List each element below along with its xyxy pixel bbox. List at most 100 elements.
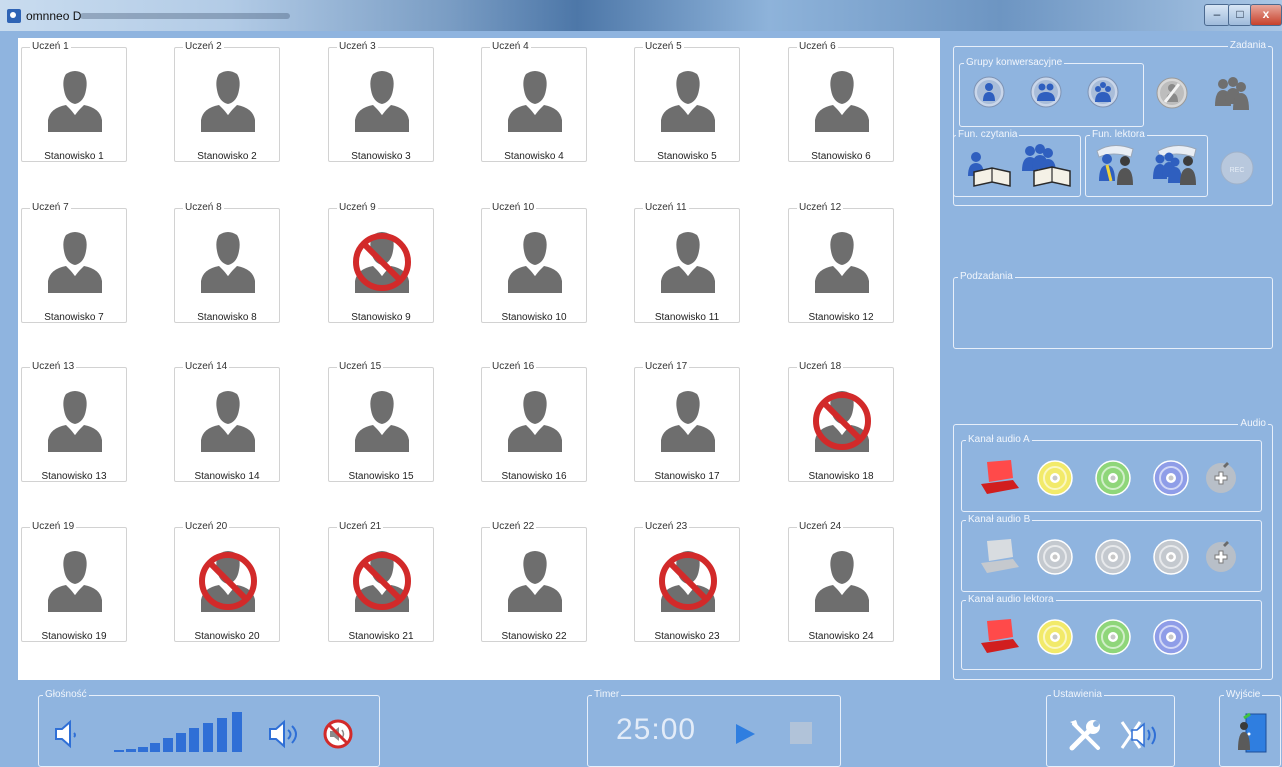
station-label: Stanowisko 2 xyxy=(197,151,257,162)
student-seat[interactable]: Uczeń 6 Stanowisko 6 xyxy=(788,41,894,162)
tools-icon[interactable] xyxy=(1066,716,1104,754)
all-students-group-icon[interactable] xyxy=(1210,74,1252,112)
student-seat[interactable]: Uczeń 12 Stanowisko 12 xyxy=(788,202,894,323)
cd-disabled-icon[interactable] xyxy=(1151,537,1195,577)
reading-title: Fun. czytania xyxy=(956,129,1020,140)
volume-level-meter[interactable] xyxy=(112,710,254,752)
volume-level-bar[interactable] xyxy=(217,718,227,752)
student-name: Uczeń 22 xyxy=(490,521,537,532)
student-seat[interactable]: Uczeń 8 Stanowisko 8 xyxy=(174,202,280,323)
window-title-blurred xyxy=(80,13,290,19)
audio-settings-icon[interactable] xyxy=(1120,718,1162,752)
settings-title: Ustawienia xyxy=(1051,689,1104,700)
record-icon[interactable]: REC xyxy=(1219,150,1255,186)
student-name: Uczeń 15 xyxy=(337,361,384,372)
cd-disabled-icon[interactable] xyxy=(1093,537,1137,577)
volume-level-bar[interactable] xyxy=(150,743,160,752)
student-name: Uczeń 5 xyxy=(643,41,684,52)
student-avatar-icon xyxy=(355,71,409,132)
blocked-icon xyxy=(813,392,871,450)
student-seat[interactable]: Uczeń 15 Stanowisko 15 xyxy=(328,361,434,482)
blocked-icon xyxy=(199,552,257,610)
student-seat[interactable]: Uczeń 23 Stanowisko 23 xyxy=(634,521,740,642)
volume-level-bar[interactable] xyxy=(163,738,173,752)
student-seat[interactable]: Uczeń 24 Stanowisko 24 xyxy=(788,521,894,642)
student-name: Uczeń 9 xyxy=(337,202,378,213)
student-seat[interactable]: Uczeń 18 Stanowisko 18 xyxy=(788,361,894,482)
laptop-disabled-icon[interactable] xyxy=(977,537,1021,577)
disabled-group-icon[interactable] xyxy=(1155,76,1189,110)
exit-door-icon[interactable] xyxy=(1234,712,1270,756)
student-seat[interactable]: Uczeń 1 Stanowisko 1 xyxy=(21,41,127,162)
cd-yellow-icon[interactable] xyxy=(1035,458,1079,498)
student-avatar-icon xyxy=(815,551,869,612)
student-seat[interactable]: Uczeń 9 Stanowisko 9 xyxy=(328,202,434,323)
group-1-icon[interactable] xyxy=(973,76,1005,108)
student-name: Uczeń 11 xyxy=(643,202,689,213)
student-seat[interactable]: Uczeń 21 Stanowisko 21 xyxy=(328,521,434,642)
station-label: Stanowisko 15 xyxy=(348,471,414,482)
cd-blue-icon[interactable] xyxy=(1151,617,1195,657)
stop-icon[interactable] xyxy=(790,722,812,744)
reading-single-icon[interactable] xyxy=(962,146,1012,188)
student-name: Uczeń 23 xyxy=(643,521,690,532)
cd-blue-icon[interactable] xyxy=(1151,458,1195,498)
student-seat[interactable]: Uczeń 13 Stanowisko 13 xyxy=(21,361,127,482)
student-name: Uczeń 24 xyxy=(797,521,844,532)
station-label: Stanowisko 22 xyxy=(501,631,567,642)
close-button[interactable]: x xyxy=(1250,4,1282,26)
add-device-icon[interactable] xyxy=(1201,458,1245,498)
reading-group-icon[interactable] xyxy=(1018,141,1073,189)
cd-green-icon[interactable] xyxy=(1093,617,1137,657)
group-2-icon[interactable] xyxy=(1030,76,1062,108)
student-seat[interactable]: Uczeń 20 Stanowisko 20 xyxy=(174,521,280,642)
volume-up-icon[interactable] xyxy=(266,719,304,749)
student-seat[interactable]: Uczeń 16 Stanowisko 16 xyxy=(481,361,587,482)
lector-single-icon[interactable] xyxy=(1093,141,1143,189)
laptop-red-icon[interactable] xyxy=(977,617,1021,657)
station-label: Stanowisko 12 xyxy=(808,312,874,323)
cd-yellow-icon[interactable] xyxy=(1035,617,1079,657)
student-seat[interactable]: Uczeń 11 Stanowisko 11 xyxy=(634,202,740,323)
volume-level-bar[interactable] xyxy=(232,712,242,752)
maximize-button[interactable]: □ xyxy=(1228,4,1252,26)
volume-level-bar[interactable] xyxy=(138,747,148,752)
volume-level-bar[interactable] xyxy=(126,749,136,752)
blocked-icon xyxy=(353,552,411,610)
station-label: Stanowisko 18 xyxy=(808,471,874,482)
group-3-icon[interactable] xyxy=(1087,76,1119,108)
exit-title: Wyjście xyxy=(1224,689,1263,700)
student-seat[interactable]: Uczeń 7 Stanowisko 7 xyxy=(21,202,127,323)
cd-disabled-icon[interactable] xyxy=(1035,537,1079,577)
student-name: Uczeń 7 xyxy=(30,202,71,213)
volume-level-bar[interactable] xyxy=(203,723,213,752)
volume-level-bar[interactable] xyxy=(114,750,124,752)
add-device-icon[interactable] xyxy=(1201,537,1245,577)
student-name: Uczeń 13 xyxy=(30,361,77,372)
student-seat[interactable]: Uczeń 17 Stanowisko 17 xyxy=(634,361,740,482)
student-avatar-icon xyxy=(201,232,255,293)
student-seat[interactable]: Uczeń 4 Stanowisko 4 xyxy=(481,41,587,162)
volume-down-icon[interactable] xyxy=(52,719,80,749)
laptop-red-icon[interactable] xyxy=(977,458,1021,498)
tasks-group-title: Zadania xyxy=(1227,40,1268,51)
play-icon[interactable] xyxy=(733,722,757,746)
station-label: Stanowisko 14 xyxy=(194,471,260,482)
student-seat[interactable]: Uczeń 22 Stanowisko 22 xyxy=(481,521,587,642)
mute-icon[interactable] xyxy=(322,718,354,750)
volume-level-bar[interactable] xyxy=(176,733,186,752)
student-avatar-icon xyxy=(201,391,255,452)
student-seat[interactable]: Uczeń 14 Stanowisko 14 xyxy=(174,361,280,482)
student-name: Uczeń 18 xyxy=(797,361,844,372)
cd-green-icon[interactable] xyxy=(1093,458,1137,498)
student-seat[interactable]: Uczeń 2 Stanowisko 2 xyxy=(174,41,280,162)
student-name: Uczeń 8 xyxy=(183,202,224,213)
student-seat[interactable]: Uczeń 5 Stanowisko 5 xyxy=(634,41,740,162)
student-seat[interactable]: Uczeń 10 Stanowisko 10 xyxy=(481,202,587,323)
lector-group-icon[interactable] xyxy=(1150,141,1202,189)
student-seat[interactable]: Uczeń 3 Stanowisko 3 xyxy=(328,41,434,162)
minimize-button[interactable]: – xyxy=(1204,4,1230,26)
volume-level-bar[interactable] xyxy=(189,728,199,752)
student-name: Uczeń 10 xyxy=(490,202,537,213)
student-seat[interactable]: Uczeń 19 Stanowisko 19 xyxy=(21,521,127,642)
